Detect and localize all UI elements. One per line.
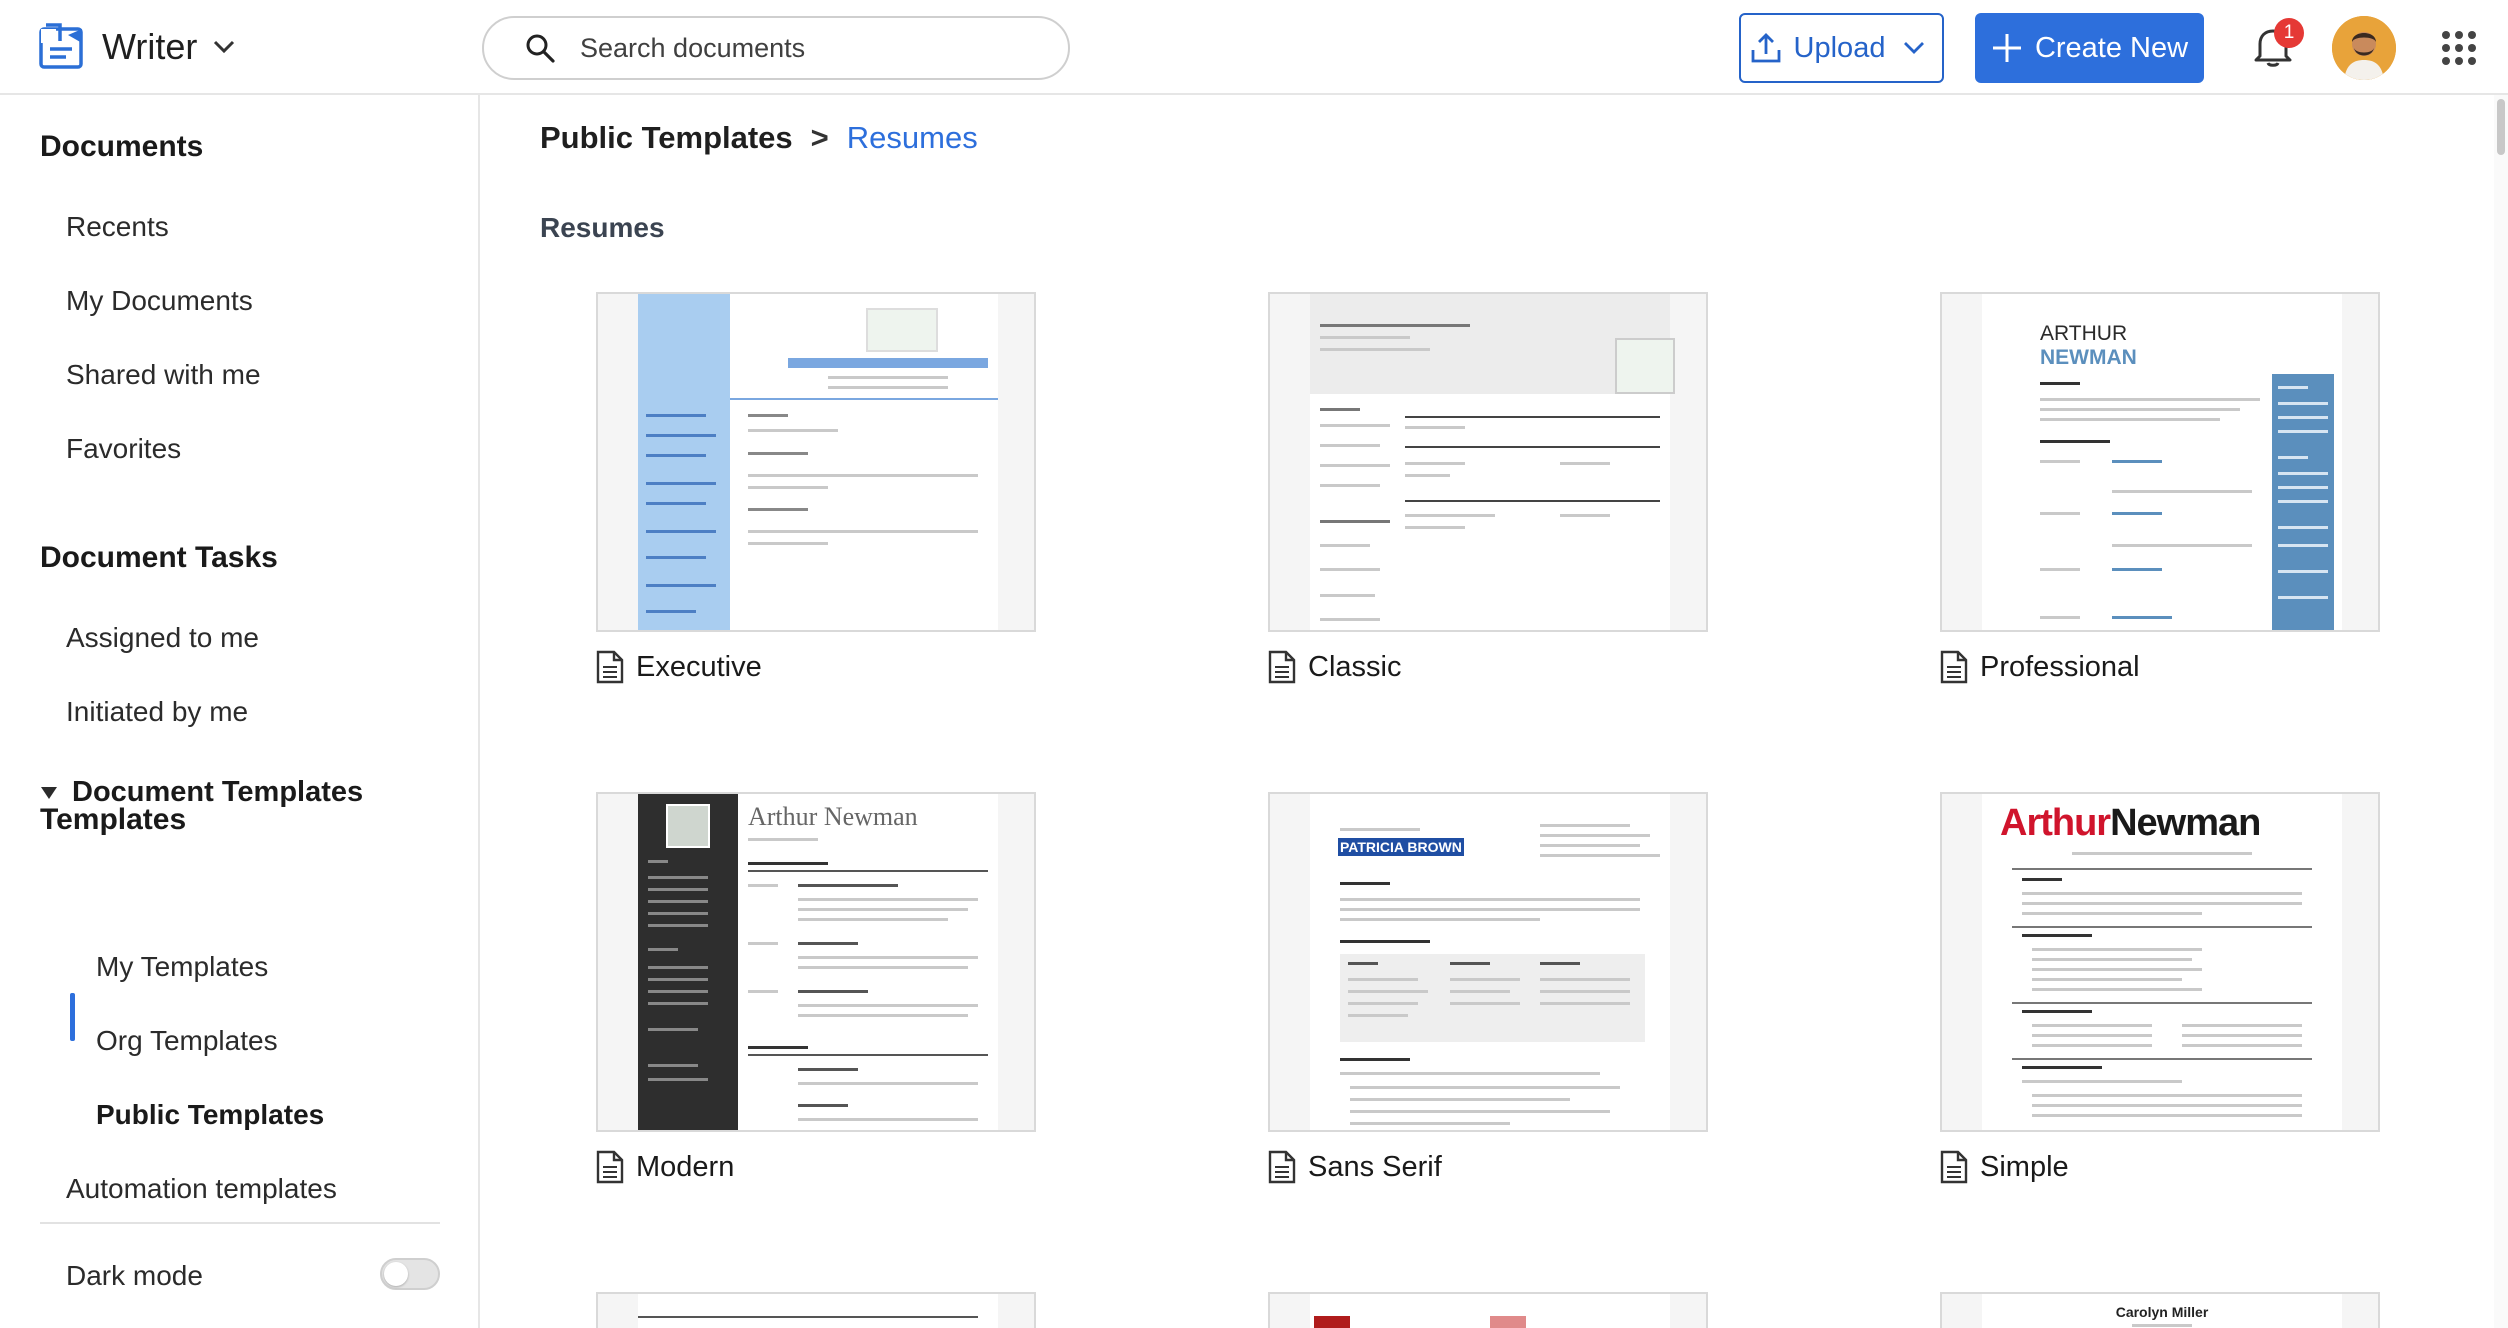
template-name[interactable]: Modern	[596, 1150, 734, 1184]
template-name[interactable]: Professional	[1940, 650, 2140, 684]
create-new-button[interactable]: Create New	[1975, 13, 2204, 83]
template-card-sans-serif[interactable]: PATRICIA BROWN Sans Serif	[1268, 792, 1708, 1202]
dark-mode-label: Dark mode	[66, 1260, 203, 1291]
document-icon	[596, 1150, 624, 1184]
document-templates-label: Document Templates	[72, 776, 364, 808]
template-name-text: Professional	[1980, 650, 2140, 683]
document-icon	[1940, 650, 1968, 684]
template-card-simple[interactable]: ArthurNewman Simple	[1940, 792, 2380, 1202]
template-card-modern[interactable]: Arthur Newman Modern	[596, 792, 1036, 1202]
template-card-executive[interactable]: Executive	[596, 292, 1036, 702]
template-preview[interactable]: PATRICIA BROWN	[1268, 792, 1708, 1132]
search-input[interactable]: Search documents	[482, 16, 1070, 80]
search-placeholder: Search documents	[580, 32, 806, 63]
scrollbar-thumb[interactable]	[2497, 99, 2505, 155]
plus-icon	[1992, 34, 2021, 62]
template-name[interactable]: Sans Serif	[1268, 1150, 1442, 1184]
document-icon	[1268, 650, 1296, 684]
sidebar-item-assigned-to-me[interactable]: Assigned to me	[66, 622, 259, 654]
template-name-text: Simple	[1980, 1150, 2069, 1183]
template-name-text: Sans Serif	[1308, 1150, 1442, 1183]
sidebar-item-favorites[interactable]: Favorites	[66, 433, 181, 465]
upload-icon	[1751, 33, 1780, 63]
toggle-knob	[384, 1262, 408, 1286]
sidebar-item-recents[interactable]: Recents	[66, 211, 169, 243]
app-name: Writer	[102, 26, 198, 67]
scrollbar[interactable]	[2494, 95, 2508, 1328]
sidebar-item-shared-with-me[interactable]: Shared with me	[66, 359, 261, 391]
sidebar-item-org-templates[interactable]: Org Templates	[96, 1025, 278, 1057]
top-bar: Writer Search documents Upload Create Ne…	[0, 0, 2508, 95]
template-card-professional[interactable]: ARTHUR NEWMAN Professional	[1940, 292, 2380, 702]
template-name[interactable]: Classic	[1268, 650, 1401, 684]
template-preview[interactable]: Carolyn Miller	[1940, 1292, 2380, 1328]
template-preview[interactable]	[596, 292, 1036, 632]
sidebar-item-public-templates[interactable]: Public Templates	[96, 1099, 324, 1131]
chevron-down-icon	[214, 40, 235, 54]
user-avatar-icon	[2332, 16, 2396, 80]
breadcrumb: Public Templates > Resumes	[540, 120, 978, 156]
template-preview[interactable]: Arthur Newman	[596, 792, 1036, 1132]
document-tasks-heading: Document Tasks	[40, 541, 278, 574]
preview-name-first: Arthur	[2000, 802, 2111, 844]
dark-mode-toggle[interactable]	[380, 1258, 440, 1290]
preview-name-last: NEWMAN	[2040, 346, 2137, 369]
avatar[interactable]	[2332, 16, 2396, 80]
writer-logo-icon	[39, 23, 83, 69]
apps-grid-icon[interactable]	[2441, 30, 2477, 66]
search-icon	[526, 34, 555, 63]
sidebar-item-my-documents[interactable]: My Documents	[66, 285, 253, 317]
sidebar-divider	[40, 1222, 440, 1224]
document-icon	[1940, 1150, 1968, 1184]
preview-name: Carolyn Miller	[2115, 1304, 2209, 1320]
notification-badge: 1	[2274, 18, 2304, 48]
template-preview[interactable]	[1268, 292, 1708, 632]
template-card-classic[interactable]: Classic	[1268, 292, 1708, 702]
sidebar-item-my-templates[interactable]: My Templates	[96, 951, 268, 983]
template-card-partial-1[interactable]	[596, 1292, 1036, 1328]
template-name-text: Executive	[636, 650, 762, 683]
create-new-label: Create New	[2034, 31, 2189, 64]
caret-down-icon	[41, 786, 57, 799]
template-card-partial-2[interactable]	[1268, 1292, 1708, 1328]
document-icon	[1268, 1150, 1296, 1184]
breadcrumb-separator: >	[810, 120, 829, 155]
chevron-down-icon	[1904, 42, 1925, 54]
upload-button[interactable]: Upload	[1739, 13, 1944, 83]
preview-name: PATRICIA BROWN	[1338, 838, 1464, 856]
template-preview[interactable]	[596, 1292, 1036, 1328]
template-name-text: Modern	[636, 1150, 735, 1183]
breadcrumb-parent[interactable]: Public Templates	[540, 120, 793, 156]
template-name[interactable]: Simple	[1940, 1150, 2069, 1184]
upload-label: Upload	[1793, 31, 1886, 64]
documents-heading: Documents	[40, 130, 204, 163]
notifications-button[interactable]: 1	[2252, 18, 2304, 72]
template-preview[interactable]	[1268, 1292, 1708, 1328]
template-name-text: Classic	[1308, 650, 1402, 683]
template-preview[interactable]: ARTHUR NEWMAN	[1940, 292, 2380, 632]
active-indicator	[70, 993, 75, 1041]
template-card-partial-3[interactable]: Carolyn Miller	[1940, 1292, 2380, 1328]
preview-name-first: ARTHUR	[2040, 322, 2128, 345]
preview-name-last: Newman	[2110, 802, 2261, 844]
app-switcher[interactable]: Writer	[38, 22, 235, 72]
preview-name: Arthur Newman	[748, 802, 918, 831]
sidebar-item-initiated-by-me[interactable]: Initiated by me	[66, 696, 248, 728]
document-icon	[596, 650, 624, 684]
sidebar: Documents Recents My Documents Shared wi…	[0, 95, 480, 1328]
document-templates-toggle[interactable]: Document Templates	[40, 776, 363, 809]
section-title: Resumes	[540, 212, 665, 243]
breadcrumb-current[interactable]: Resumes	[847, 120, 978, 156]
template-name[interactable]: Executive	[596, 650, 762, 684]
sidebar-item-automation-templates[interactable]: Automation templates	[66, 1173, 337, 1205]
template-preview[interactable]: ArthurNewman	[1940, 792, 2380, 1132]
